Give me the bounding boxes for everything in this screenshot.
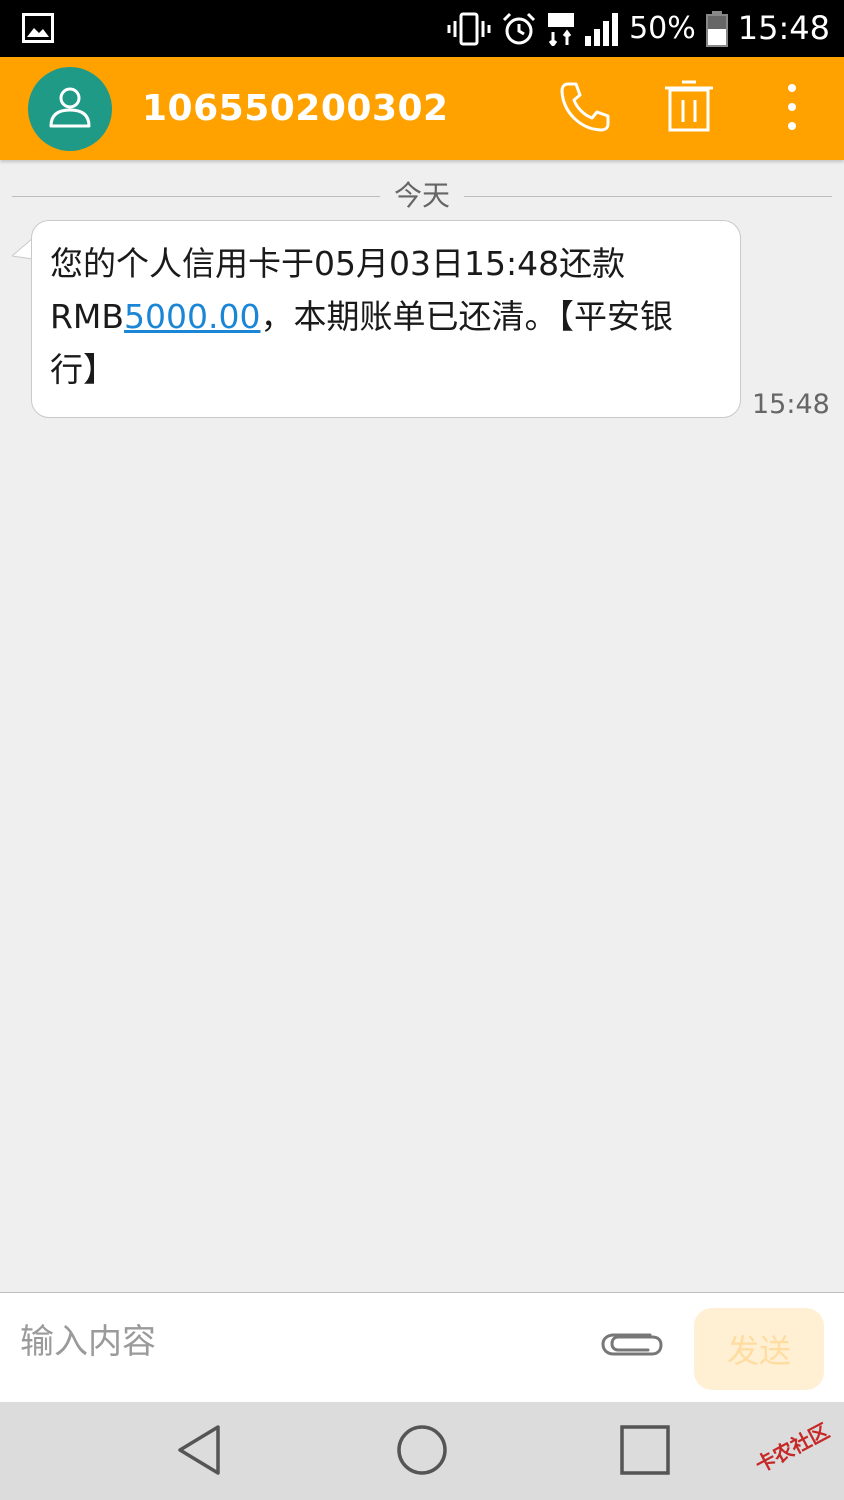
attach-button[interactable]: [598, 1319, 666, 1369]
back-button[interactable]: [164, 1420, 234, 1484]
paperclip-icon: [600, 1325, 664, 1363]
vibrate-icon: [447, 11, 491, 47]
recents-icon: [618, 1423, 672, 1481]
status-icons: 50% 15:48: [447, 0, 830, 57]
message-input[interactable]: [18, 1311, 582, 1373]
contact-avatar[interactable]: [28, 67, 112, 151]
back-icon: [174, 1423, 224, 1481]
delete-button[interactable]: [659, 79, 719, 139]
lte-icon: [547, 12, 575, 46]
navigation-bar: [0, 1402, 844, 1500]
amount-link[interactable]: 5000.00: [124, 297, 260, 336]
conversation-header: 106550200302: [0, 57, 844, 160]
signal-icon: [585, 12, 619, 46]
message-bubble[interactable]: 您的个人信用卡于05月03日15:48还款RMB5000.00，本期账单已还清。…: [31, 220, 741, 418]
watermark: 卡农社区: [740, 1408, 840, 1478]
call-button[interactable]: [555, 79, 615, 139]
gallery-icon: [22, 13, 54, 47]
trash-icon: [664, 80, 714, 138]
compose-bar: 发送: [0, 1292, 844, 1403]
overflow-menu-button[interactable]: [762, 79, 822, 139]
divider-line: [464, 196, 832, 197]
home-icon: [395, 1423, 449, 1481]
clock: 15:48: [737, 9, 830, 47]
contact-number: 106550200302: [142, 88, 449, 129]
overflow-menu-icon: [786, 82, 798, 136]
recents-button[interactable]: [610, 1420, 680, 1484]
message-timestamp: 15:48: [752, 389, 830, 420]
status-bar: 50% 15:48: [0, 0, 844, 57]
battery-percent: 50%: [629, 11, 696, 46]
contact-avatar-icon: [47, 84, 93, 134]
send-button[interactable]: 发送: [694, 1308, 824, 1390]
phone-icon: [558, 80, 612, 138]
date-divider: 今天: [12, 178, 832, 214]
watermark-text: 卡农社区: [751, 1419, 833, 1478]
battery-icon: [705, 10, 728, 47]
home-button[interactable]: [387, 1420, 457, 1484]
alarm-icon: [501, 11, 537, 47]
